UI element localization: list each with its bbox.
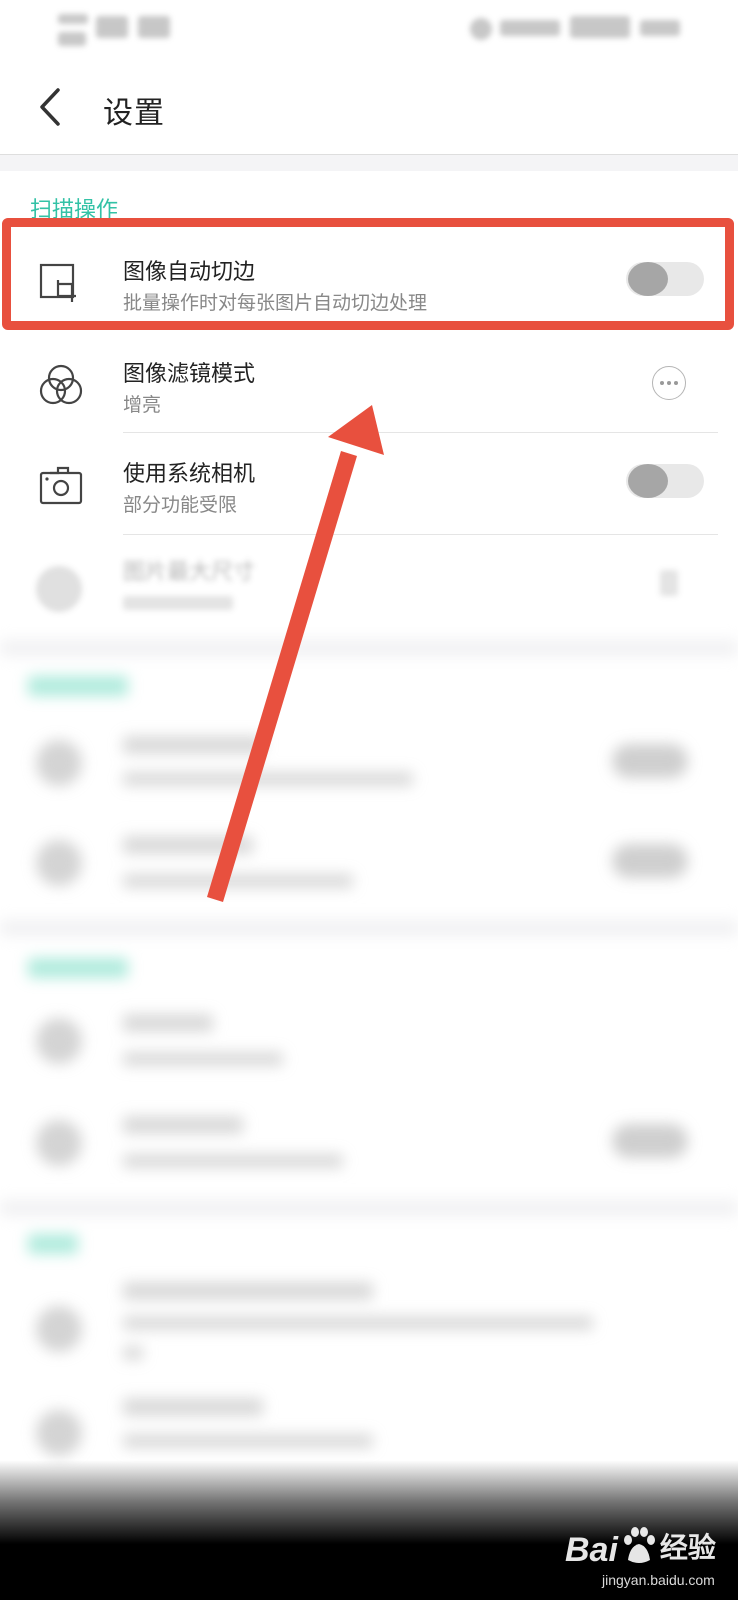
signal-icon-2 xyxy=(138,16,170,38)
chevron-left-icon xyxy=(40,88,60,126)
setting-title xyxy=(123,1014,213,1032)
status-time xyxy=(500,20,560,36)
battery-icon xyxy=(570,16,630,38)
setting-toggle[interactable] xyxy=(612,744,688,778)
setting-title xyxy=(123,1282,373,1300)
setting-title xyxy=(123,836,253,854)
dot xyxy=(660,381,664,385)
section-gap xyxy=(0,155,738,171)
setting-icon xyxy=(36,1410,82,1456)
setting-subtitle: 增亮 xyxy=(123,394,162,416)
setting-subtitle xyxy=(123,1346,143,1360)
blurred-settings-list xyxy=(0,540,738,1500)
setting-icon xyxy=(36,740,82,786)
setting-subtitle xyxy=(123,1434,373,1448)
highlight-box xyxy=(2,218,734,330)
app-bar: 设置 xyxy=(0,60,738,155)
watermark-url: jingyan.baidu.com xyxy=(602,1572,715,1588)
status-bar xyxy=(0,0,738,60)
system-camera-toggle[interactable] xyxy=(626,464,704,498)
page-title: 设置 xyxy=(103,96,165,131)
setting-system-camera[interactable]: 使用系统相机 部分功能受限 xyxy=(0,436,738,536)
filter-icon xyxy=(38,362,84,408)
status-signal-label xyxy=(58,14,88,24)
setting-filter-mode[interactable]: 图像滤镜模式 增亮 xyxy=(0,340,738,436)
row-divider xyxy=(123,432,718,433)
filter-more-button[interactable] xyxy=(652,366,686,400)
setting-subtitle xyxy=(123,874,353,888)
section-gap xyxy=(0,640,738,656)
setting-subtitle xyxy=(123,1154,343,1168)
setting-subtitle: 部分功能受限 xyxy=(123,494,238,516)
signal-icon xyxy=(96,16,128,38)
section-gap xyxy=(0,1200,738,1216)
section-header xyxy=(28,676,128,696)
hd-badge xyxy=(58,32,86,46)
battery-percent xyxy=(640,20,680,36)
setting-title xyxy=(123,1116,243,1134)
setting-icon xyxy=(36,1120,82,1166)
watermark-logo-text: Bai xyxy=(565,1531,618,1569)
dot xyxy=(667,381,671,385)
setting-title xyxy=(123,736,263,754)
back-button[interactable] xyxy=(30,82,74,132)
section-header xyxy=(28,958,128,978)
paw-logo-icon xyxy=(623,1527,655,1563)
setting-title xyxy=(123,1398,263,1416)
setting-title: 使用系统相机 xyxy=(123,462,256,487)
setting-icon xyxy=(36,1306,82,1352)
setting-toggle[interactable] xyxy=(612,1124,688,1158)
setting-toggle[interactable] xyxy=(612,844,688,878)
setting-icon xyxy=(36,1018,82,1064)
setting-title: 图像滤镜模式 xyxy=(123,362,256,387)
setting-icon xyxy=(36,840,82,886)
setting-subtitle xyxy=(123,772,413,786)
dot xyxy=(674,381,678,385)
baidu-jingyan-watermark: Bai 经验 xyxy=(565,1510,716,1570)
section-gap xyxy=(0,920,738,936)
toggle-knob xyxy=(628,464,668,498)
section-header xyxy=(28,1234,78,1254)
setting-subtitle xyxy=(123,1316,593,1330)
watermark-logo-suffix: 经验 xyxy=(659,1531,716,1564)
setting-subtitle xyxy=(123,1052,283,1066)
row-divider xyxy=(123,534,718,535)
camera-icon xyxy=(38,464,84,510)
alarm-icon xyxy=(470,18,492,40)
